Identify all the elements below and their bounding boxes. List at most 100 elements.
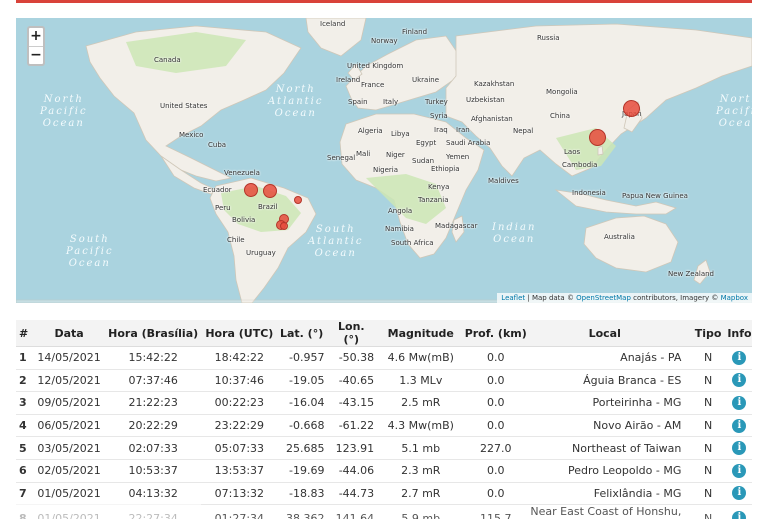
info-icon[interactable]: i xyxy=(732,463,747,478)
row-longitude: 123.91 xyxy=(328,436,379,460)
place-label: Indonesia xyxy=(572,189,606,197)
place-label: Kenya xyxy=(428,183,450,191)
place-label: Tanzania xyxy=(418,196,449,204)
info-icon[interactable]: i xyxy=(732,418,747,433)
row-time-utc: 00:22:23 xyxy=(199,391,279,415)
place-label: Ukraine xyxy=(412,76,440,84)
row-latitude: -19.69 xyxy=(278,459,329,483)
info-icon[interactable]: i xyxy=(732,350,747,365)
row-longitude: -44.73 xyxy=(328,482,379,506)
table-row: 5 03/05/2021 02:07:33 05:07:33 25.685 12… xyxy=(16,436,752,460)
info-icon[interactable]: i xyxy=(732,395,747,410)
place-label: Kazakhstan xyxy=(474,80,515,88)
column-header-time-utc: Hora (UTC) xyxy=(199,320,279,347)
place-label: Afghanistan xyxy=(471,115,513,123)
table-row: 6 02/05/2021 10:53:37 13:53:37 -19.69 -4… xyxy=(16,459,752,483)
table-row: 4 06/05/2021 20:22:29 23:22:29 -0.668 -6… xyxy=(16,414,752,438)
place-label: Cambodia xyxy=(562,161,598,169)
place-label: Finland xyxy=(402,28,428,36)
place-label: Iran xyxy=(456,126,470,134)
row-location: Northeast of Taiwan xyxy=(528,436,690,460)
place-label: China xyxy=(550,112,570,120)
place-label: Spain xyxy=(348,98,368,106)
table-row: 3 09/05/2021 21:22:23 00:22:23 -16.04 -4… xyxy=(16,391,752,415)
row-time-brasilia: 15:42:22 xyxy=(106,346,200,370)
row-number: 6 xyxy=(16,459,32,483)
place-label: Senegal xyxy=(327,154,356,162)
place-label: Yemen xyxy=(446,153,470,161)
row-magnitude: 2.5 mR xyxy=(378,391,464,415)
place-label: Iceland xyxy=(320,20,346,28)
info-icon[interactable]: i xyxy=(732,511,747,519)
row-type: N xyxy=(689,436,727,460)
row-time-brasilia: 10:53:37 xyxy=(106,459,200,483)
place-label: Italy xyxy=(383,98,399,106)
place-label: Saudi Arabia xyxy=(446,139,491,147)
place-label: Madagascar xyxy=(435,222,478,230)
info-icon[interactable]: i xyxy=(732,441,747,456)
earthquake-map[interactable]: North Pacific Ocean North Atlantic Ocean… xyxy=(16,18,752,303)
place-label: Niger xyxy=(386,151,405,159)
place-label: Ethiopia xyxy=(431,165,460,173)
leaflet-link[interactable]: Leaflet xyxy=(501,294,525,302)
row-magnitude: 5.9 mb xyxy=(378,504,464,519)
mapbox-link[interactable]: Mapbox xyxy=(721,294,748,302)
row-latitude: 25.685 xyxy=(278,436,329,460)
row-latitude: -0.957 xyxy=(278,346,329,370)
quake-marker[interactable] xyxy=(294,196,302,204)
row-type: N xyxy=(689,369,727,393)
place-label: Angola xyxy=(388,207,413,215)
column-header-info: Info xyxy=(726,320,752,347)
place-label: Libya xyxy=(391,130,410,138)
row-location: Águia Branca - ES xyxy=(528,369,690,393)
place-label: Iraq xyxy=(434,126,448,134)
place-label: Cuba xyxy=(208,141,227,149)
place-label: United States xyxy=(160,102,208,110)
quake-marker[interactable] xyxy=(623,100,640,117)
row-longitude: -43.15 xyxy=(328,391,379,415)
place-label: Ecuador xyxy=(203,186,232,194)
quake-marker[interactable] xyxy=(280,222,288,230)
quake-marker[interactable] xyxy=(589,129,606,146)
ocean-label-north-atlantic: North Atlantic Ocean xyxy=(268,84,324,119)
quake-marker[interactable] xyxy=(263,184,277,198)
row-type: N xyxy=(689,346,727,370)
row-latitude: 38.362 xyxy=(278,504,329,519)
row-time-utc: 05:07:33 xyxy=(199,436,279,460)
quake-marker[interactable] xyxy=(244,183,258,197)
row-time-brasilia: 20:22:29 xyxy=(106,414,200,438)
place-label: Maldives xyxy=(488,177,519,185)
place-label: Papua New Guinea xyxy=(622,192,688,200)
row-time-brasilia: 04:13:32 xyxy=(106,482,200,506)
row-time-utc: 23:22:29 xyxy=(199,414,279,438)
row-magnitude: 5.1 mb xyxy=(378,436,464,460)
info-icon[interactable]: i xyxy=(732,373,747,388)
place-label: South Africa xyxy=(391,239,434,247)
zoom-out-button[interactable]: − xyxy=(29,46,43,64)
row-date: 12/05/2021 xyxy=(31,369,107,393)
row-number: 2 xyxy=(16,369,32,393)
place-label: Mali xyxy=(356,150,371,158)
place-label: Norway xyxy=(371,37,398,45)
openstreetmap-link[interactable]: OpenStreetMap xyxy=(576,294,631,302)
row-type: N xyxy=(689,391,727,415)
ocean-label-south-pacific: South Pacific Ocean xyxy=(66,234,114,269)
row-type: N xyxy=(689,504,727,519)
row-depth: 0.0 xyxy=(463,346,529,370)
place-label: Uruguay xyxy=(246,249,276,257)
column-header-latitude: Lat. (°) xyxy=(278,320,329,347)
row-number: 1 xyxy=(16,346,32,370)
row-longitude: -40.65 xyxy=(328,369,379,393)
column-header-depth: Prof. (km) xyxy=(463,320,529,347)
row-longitude: -50.38 xyxy=(328,346,379,370)
row-number: 5 xyxy=(16,436,32,460)
place-label: Nepal xyxy=(513,127,534,135)
top-accent-bar xyxy=(16,0,752,3)
zoom-in-button[interactable]: + xyxy=(29,28,43,46)
row-number: 3 xyxy=(16,391,32,415)
ocean-label-indian: Indian Ocean xyxy=(492,222,537,245)
row-depth: 0.0 xyxy=(463,414,529,438)
earthquake-table: # Data Hora (Brasília) Hora (UTC) Lat. (… xyxy=(16,320,752,519)
info-icon[interactable]: i xyxy=(732,486,747,501)
table-row: 1 14/05/2021 15:42:22 18:42:22 -0.957 -5… xyxy=(16,346,752,370)
